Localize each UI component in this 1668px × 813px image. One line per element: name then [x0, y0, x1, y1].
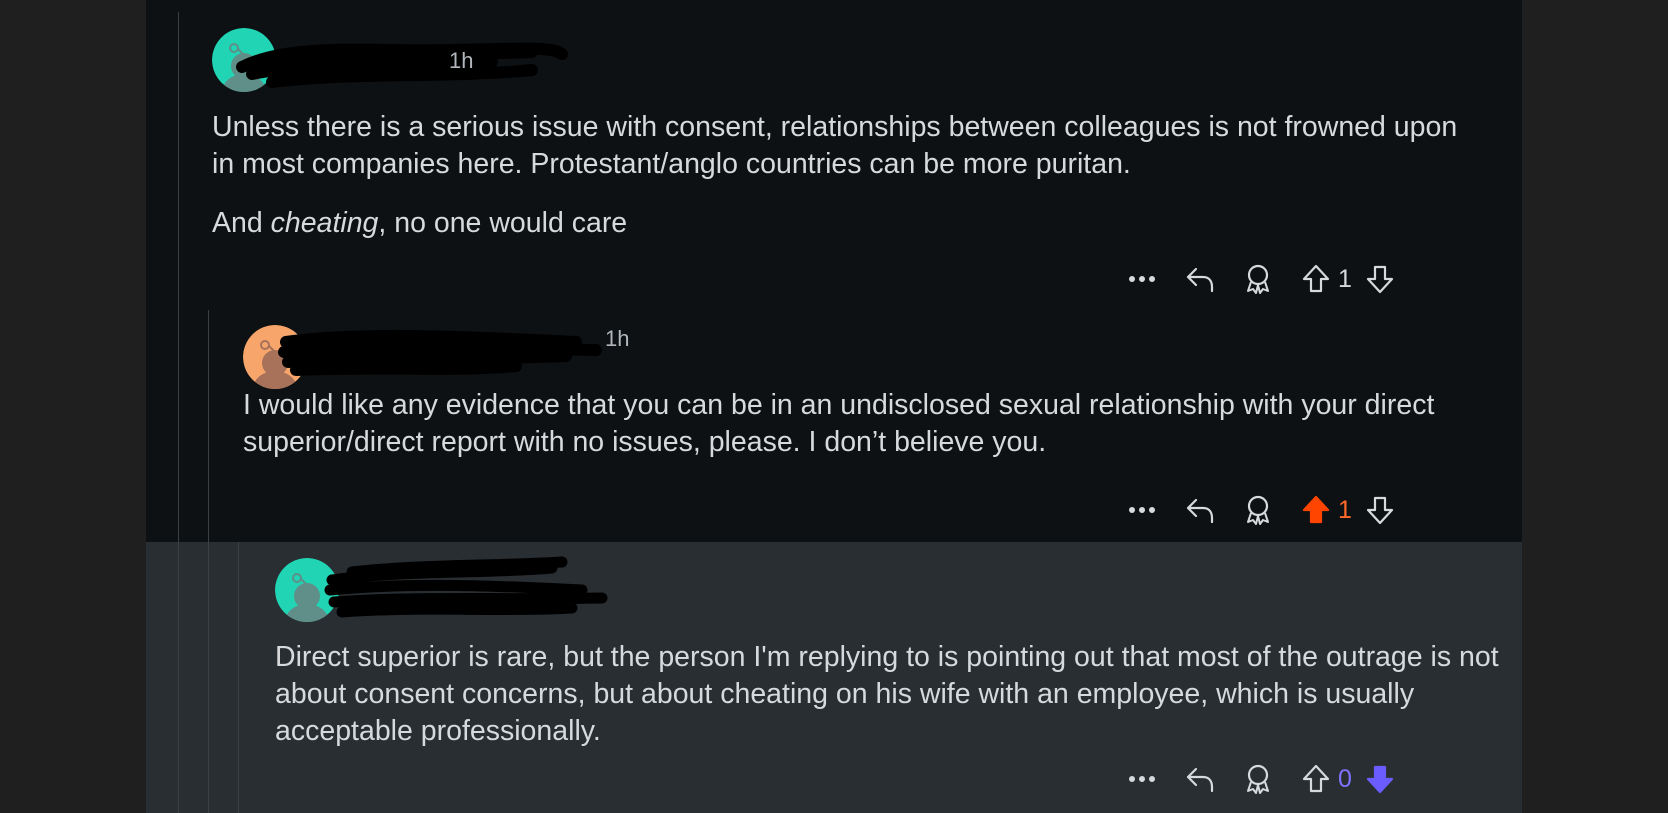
reply-button[interactable] [1180, 759, 1220, 799]
comment-paragraph: Direct superior is rare, but the person … [275, 641, 1499, 747]
upvote-button[interactable] [1298, 259, 1334, 299]
reply-arrow-icon [1186, 498, 1214, 524]
comment-body: I would like any evidence that you can b… [243, 387, 1483, 461]
comment-3: Direct superior is rare, but the person … [146, 542, 1522, 813]
more-dots-icon [1129, 507, 1155, 513]
more-button[interactable] [1122, 759, 1162, 799]
upvote-arrow-icon [1302, 764, 1330, 793]
comment-body: Direct superior is rare, but the person … [275, 639, 1515, 750]
award-icon [1247, 264, 1269, 294]
downvote-button[interactable] [1362, 490, 1398, 530]
reply-arrow-icon [1186, 267, 1214, 293]
award-button[interactable] [1238, 759, 1278, 799]
comment-actions: 1 [1106, 259, 1426, 299]
comment-body: Unless there is a serious issue with con… [212, 109, 1472, 242]
emphasis-text: cheating [270, 207, 379, 239]
more-button[interactable] [1122, 490, 1162, 530]
vote-score: 1 [1338, 496, 1352, 524]
more-button[interactable] [1122, 259, 1162, 299]
upvote-button-active[interactable] [1298, 490, 1334, 530]
comment-2: 1h I would like any evidence that you ca… [146, 300, 1522, 542]
upvote-arrow-icon [1302, 495, 1330, 524]
more-dots-icon [1129, 276, 1155, 282]
reply-arrow-icon [1186, 767, 1214, 793]
right-margin [1522, 0, 1668, 813]
more-dots-icon [1129, 776, 1155, 782]
downvote-button[interactable] [1362, 259, 1398, 299]
award-button[interactable] [1238, 490, 1278, 530]
vote-score: 0 [1338, 765, 1352, 793]
vote-score: 1 [1338, 265, 1352, 293]
reply-button[interactable] [1180, 490, 1220, 530]
downvote-arrow-icon [1366, 265, 1394, 294]
award-icon [1247, 495, 1269, 525]
comment-thread: 1h Unless there is a serious issue with … [146, 0, 1522, 813]
comment-time: 1h [449, 48, 474, 73]
comment-1: 1h Unless there is a serious issue with … [146, 0, 1522, 300]
text-segment: And [212, 207, 271, 239]
redacted-username [324, 556, 608, 618]
award-icon [1247, 764, 1269, 794]
reply-button[interactable] [1180, 259, 1220, 299]
upvote-button[interactable] [1298, 759, 1334, 799]
downvote-arrow-icon [1366, 765, 1394, 794]
award-button[interactable] [1238, 259, 1278, 299]
text-segment: , no one would care [378, 207, 628, 239]
comment-paragraph: Unless there is a serious issue with con… [212, 111, 1458, 180]
comment-paragraph: I would like any evidence that you can b… [243, 389, 1435, 458]
comment-actions: 0 [1106, 759, 1426, 799]
comment-actions: 1 [1106, 490, 1426, 530]
comment-paragraph-2: And cheating, no one would care [212, 205, 1472, 242]
redacted-username [278, 329, 602, 376]
downvote-button-active[interactable] [1362, 759, 1398, 799]
left-margin [0, 0, 146, 813]
comment-time: 1h [605, 326, 630, 351]
upvote-arrow-icon [1302, 264, 1330, 293]
downvote-arrow-icon [1366, 496, 1394, 525]
redacted-username [236, 42, 568, 88]
